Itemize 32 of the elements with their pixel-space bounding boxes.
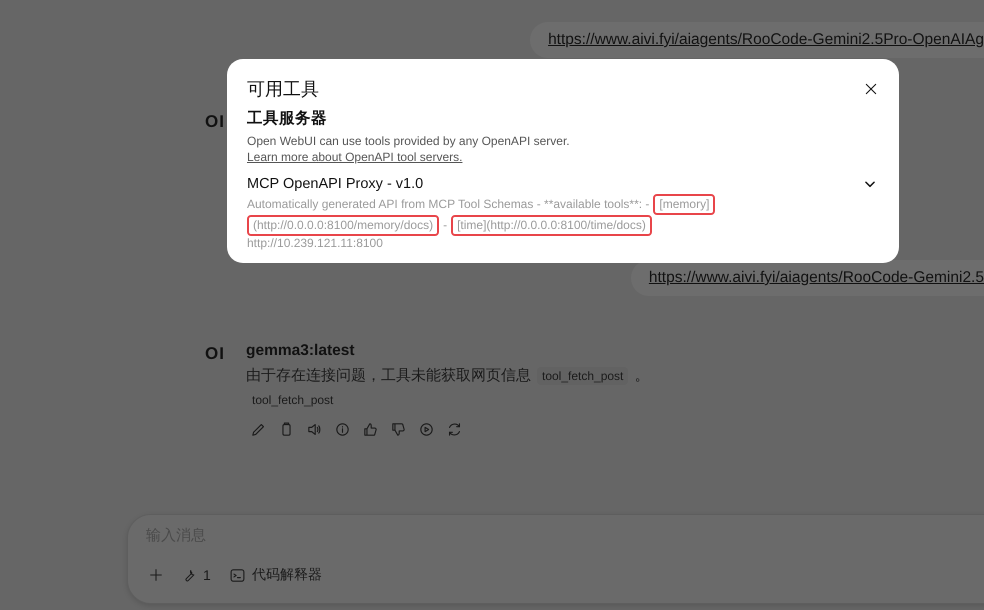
refresh-icon[interactable] [446,421,463,438]
highlighted-text: [time](http://0.0.0.0:8100/time/docs) [451,215,652,236]
message-text: 由于存在连接问题，工具未能获取网页信息 [246,366,531,385]
dialog-title: 可用工具 [247,78,319,101]
highlighted-text: (http://0.0.0.0:8100/memory/docs) [247,215,440,236]
close-icon[interactable] [863,81,879,97]
learn-more-link[interactable]: Learn more about OpenAPI tool servers. [247,150,462,164]
play-circle-icon[interactable] [418,421,435,438]
section-description: Open WebUI can use tools provided by any OpenAPI server. [247,134,571,148]
terminal-icon[interactable] [228,566,246,584]
message-text: 。 [634,366,650,385]
highlighted-text: [memory] [653,194,716,215]
plus-icon[interactable] [148,567,164,583]
model-logo: OI [205,111,226,132]
model-logo: OI [205,343,226,365]
tool-call-label: tool_fetch_post [251,392,334,407]
server-description: Automatically generated API from MCP Tool Schemas - **available tools**: - [247,197,650,212]
code-interpreter-toggle[interactable]: 代码解释器 [252,566,322,584]
server-description: - [443,218,448,233]
inline-code: tool_fetch_post [537,366,628,384]
tool-count: 1 [203,567,211,583]
edit-pencil-icon[interactable] [250,421,267,438]
model-name: gemma3:latest [246,342,356,360]
thumbs-up-icon[interactable] [362,421,379,438]
message-link[interactable]: https://www.aivi.fyi/aiagents/RooCode-Gemini2.5Pro-OpenAIAg [548,31,984,48]
server-name: MCP OpenAPI Proxy - v1.0 [247,176,424,192]
speaker-icon[interactable] [306,421,323,438]
section-heading: 工具服务器 [247,109,328,129]
info-icon[interactable] [334,421,351,438]
server-url: http://10.239.121.11:8100 [247,236,384,250]
thumbs-down-icon[interactable] [390,421,407,438]
message-link[interactable]: https://www.aivi.fyi/aiagents/RooCode-Gemini2.5 [648,269,984,286]
